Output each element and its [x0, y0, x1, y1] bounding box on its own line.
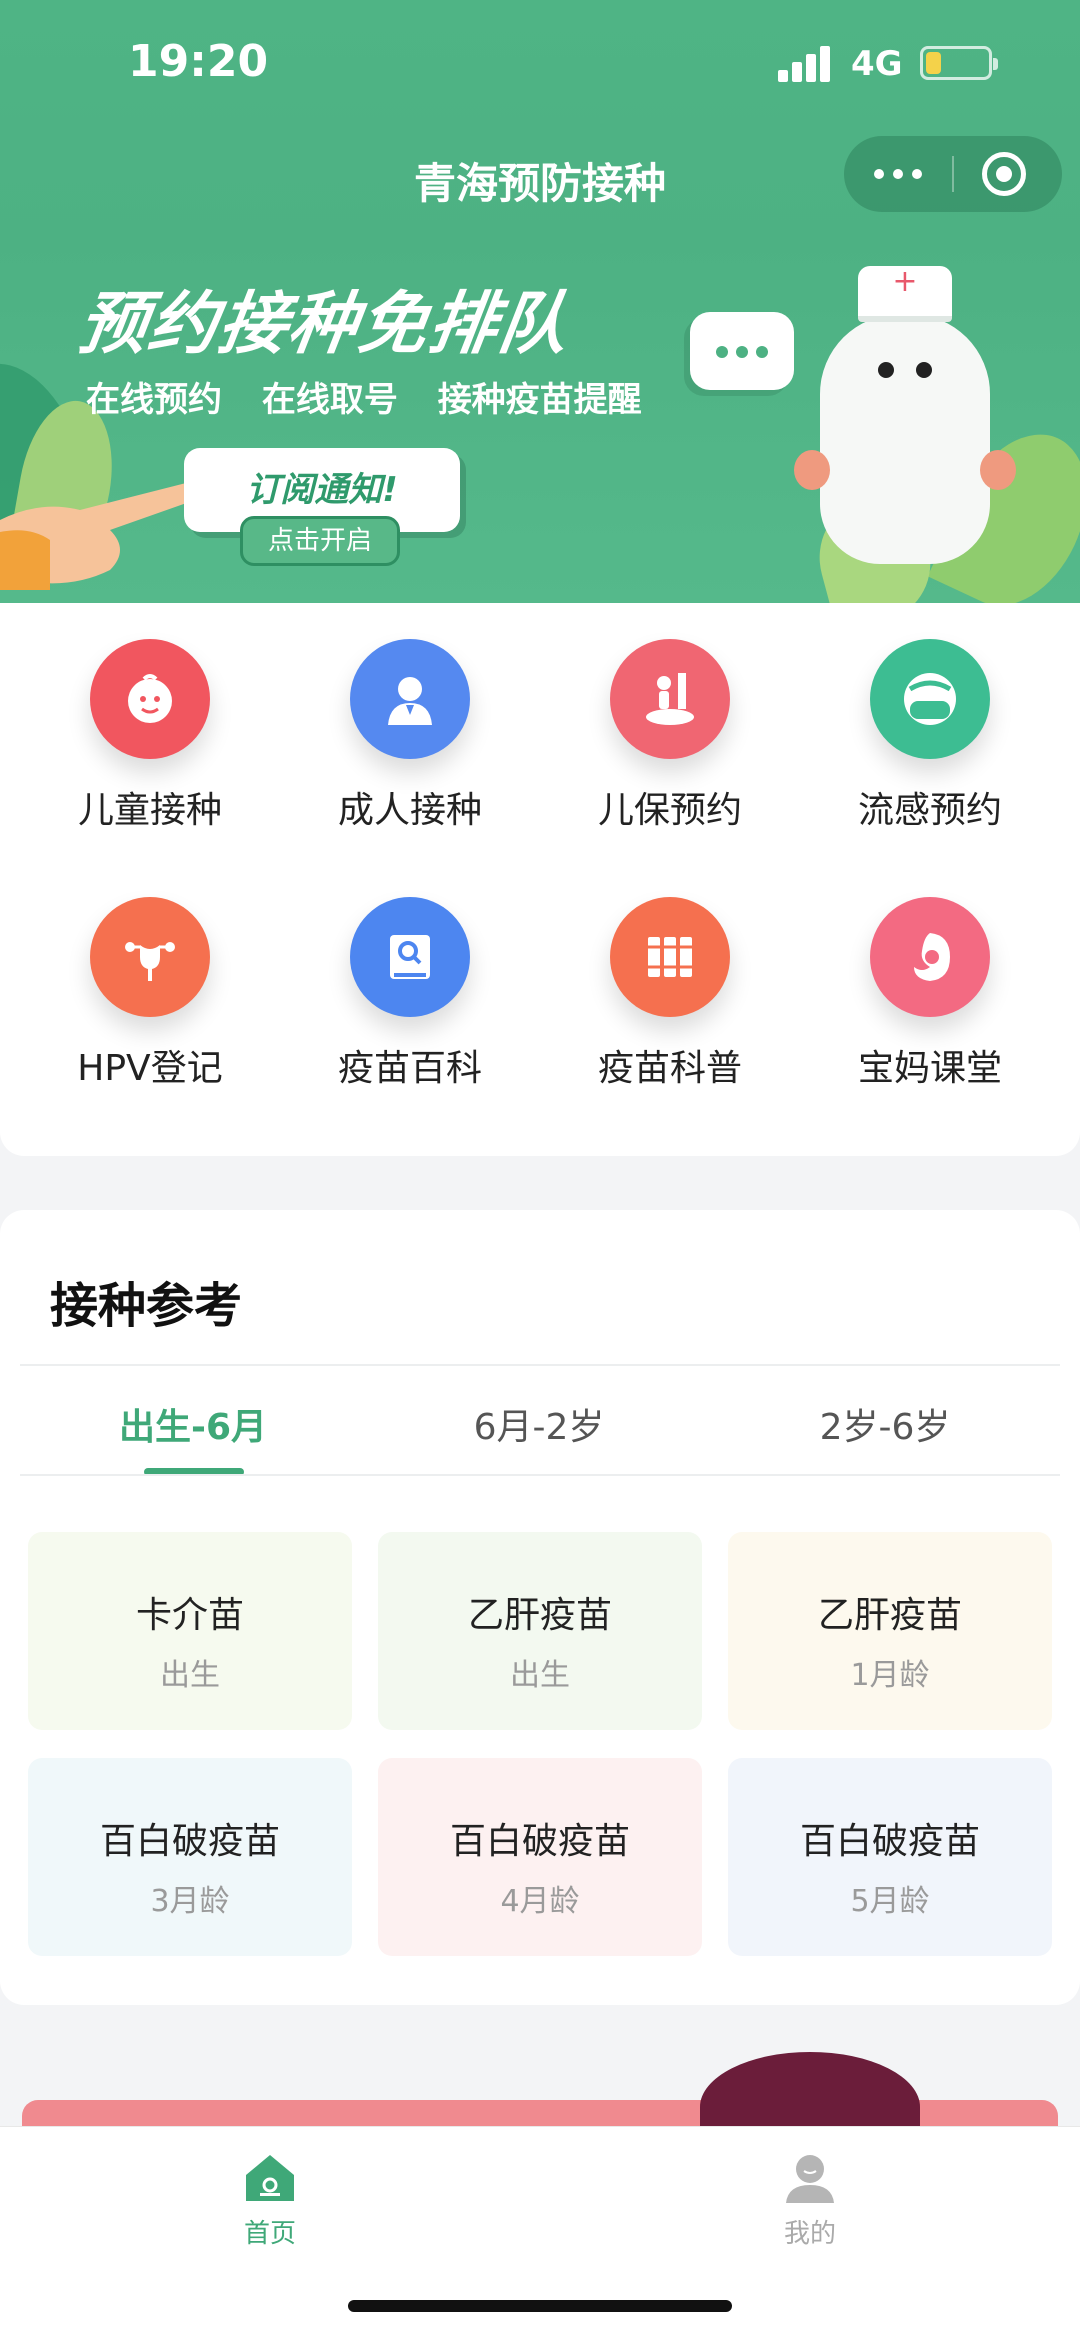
- tabbar-profile[interactable]: 我的: [710, 2147, 910, 2250]
- service-child-health-appointment[interactable]: 儿保预约: [570, 603, 770, 831]
- tab-2-6-years[interactable]: 2岁-6岁: [720, 1398, 1050, 1450]
- network-type: 4G: [851, 44, 903, 84]
- pointing-hand-icon: [0, 482, 199, 590]
- subscribe-title: 订阅通知!: [246, 470, 398, 510]
- banner-feature: 在线取号: [261, 380, 398, 420]
- signal-icon: [778, 44, 838, 82]
- service-label: 流感预约: [857, 790, 1002, 831]
- home-icon: [246, 2155, 294, 2201]
- service-label: 宝妈课堂: [857, 1048, 1002, 1089]
- vaccine-age: 5月龄: [850, 1884, 930, 1919]
- child-height-icon: [610, 639, 730, 759]
- service-hpv-registration[interactable]: HPV登记: [50, 861, 250, 1089]
- vaccine-name: 百白破疫苗: [799, 1821, 980, 1862]
- banner-feature: 在线预约: [86, 380, 222, 420]
- banner-features: 在线预约 在线取号 接种疫苗提醒: [86, 372, 670, 421]
- vaccine-card[interactable]: 百白破疫苗 4月龄: [378, 1758, 702, 1956]
- vaccine-age: 3月龄: [150, 1884, 230, 1919]
- vaccine-card[interactable]: 卡介苗 出生: [28, 1532, 352, 1730]
- service-adult-vaccination[interactable]: 成人接种: [310, 603, 510, 831]
- divider: [20, 1474, 1060, 1476]
- child-face-icon: [90, 639, 210, 759]
- vaccine-card[interactable]: 百白破疫苗 3月龄: [28, 1758, 352, 1956]
- service-label: 疫苗科普: [597, 1048, 742, 1089]
- tabbar-home[interactable]: 首页: [170, 2147, 370, 2250]
- service-label: 疫苗百科: [337, 1048, 482, 1089]
- service-label: 儿保预约: [597, 790, 742, 831]
- banner-headline: 预约接种免排队: [73, 285, 575, 364]
- book-search-icon: [350, 897, 470, 1017]
- subscribe-enable-button[interactable]: 点击开启: [240, 516, 400, 566]
- divider: [20, 1364, 1060, 1366]
- mascot-arm: [980, 450, 1016, 490]
- vaccine-name: 乙肝疫苗: [817, 1595, 962, 1636]
- service-label: 成人接种: [337, 790, 482, 831]
- mother-baby-icon: [870, 897, 990, 1017]
- books-icon: [610, 897, 730, 1017]
- uterus-icon: [90, 897, 210, 1017]
- battery-level: [926, 52, 941, 74]
- service-grid: 儿童接种 成人接种 儿保预约 流感预约 HPV登记 疫苗百科 疫苗科普 宝妈课堂: [0, 603, 1080, 1156]
- vaccine-card[interactable]: 乙肝疫苗 出生: [378, 1532, 702, 1730]
- chat-bubble-icon: [690, 312, 794, 390]
- service-child-vaccination[interactable]: 儿童接种: [50, 603, 250, 831]
- tab-birth-6-months[interactable]: 出生-6月: [28, 1398, 358, 1450]
- service-mom-classroom[interactable]: 宝妈课堂: [830, 861, 1030, 1089]
- vaccine-age: 出生: [160, 1658, 220, 1693]
- close-miniprogram-button[interactable]: [982, 152, 1026, 196]
- service-flu-appointment[interactable]: 流感预约: [830, 603, 1030, 831]
- miniprogram-capsule: [844, 136, 1062, 212]
- tabbar-label: 首页: [243, 2219, 296, 2249]
- service-vaccine-encyclopedia[interactable]: 疫苗百科: [310, 861, 510, 1089]
- vaccine-name: 百白破疫苗: [449, 1821, 630, 1862]
- capsule-divider: [952, 156, 954, 192]
- service-vaccine-education[interactable]: 疫苗科普: [570, 861, 770, 1089]
- more-menu-button[interactable]: [844, 136, 952, 212]
- hero-banner[interactable]: 19:20 4G 青海预防接种 预约接种免排队 在线预约 在线取号 接种疫苗提醒…: [0, 0, 1080, 603]
- tab-6-months-2-years[interactable]: 6月-2岁: [374, 1398, 704, 1450]
- vaccine-card[interactable]: 乙肝疫苗 1月龄: [728, 1532, 1052, 1730]
- service-label: HPV登记: [77, 1048, 223, 1089]
- status-time: 19:20: [128, 36, 269, 87]
- vaccine-card[interactable]: 百白破疫苗 5月龄: [728, 1758, 1052, 1956]
- banner-feature: 接种疫苗提醒: [437, 380, 642, 420]
- vaccine-age: 1月龄: [850, 1658, 930, 1693]
- mascot-eye: [916, 362, 932, 378]
- mascot-arm: [794, 450, 830, 490]
- battery-icon: [920, 46, 998, 80]
- vaccine-name: 百白破疫苗: [99, 1821, 280, 1862]
- vaccine-name: 乙肝疫苗: [467, 1595, 612, 1636]
- tabbar-label: 我的: [783, 2219, 836, 2249]
- mascot-eye: [878, 362, 894, 378]
- mask-face-icon: [870, 639, 990, 759]
- status-bar: 19:20 4G: [0, 0, 1080, 130]
- service-label: 儿童接种: [77, 790, 222, 831]
- section-title: 接种参考: [50, 1278, 243, 1334]
- home-indicator: [348, 2300, 732, 2312]
- doctor-mascot: [794, 254, 1016, 584]
- profile-icon: [786, 2155, 834, 2203]
- vaccine-age: 出生: [510, 1658, 570, 1693]
- adult-person-icon: [350, 639, 470, 759]
- mascot-body: [820, 314, 990, 564]
- vaccine-age: 4月龄: [500, 1884, 580, 1919]
- vaccine-name: 卡介苗: [135, 1595, 244, 1636]
- vaccination-reference: 接种参考 出生-6月 6月-2岁 2岁-6岁 卡介苗 出生 乙肝疫苗 出生 乙肝…: [0, 1210, 1080, 2005]
- nurse-cap-icon: [858, 264, 952, 322]
